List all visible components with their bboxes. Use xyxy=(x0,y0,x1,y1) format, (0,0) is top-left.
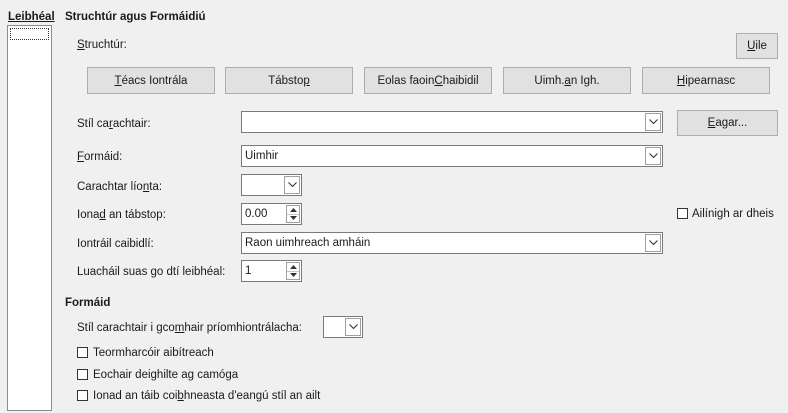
tab-pos-label: Ionad an tábstop: xyxy=(77,209,166,221)
chapter-info-button[interactable]: Eolas faoin Chaibidil xyxy=(364,67,492,94)
all-button[interactable]: Uile xyxy=(736,33,778,59)
chapter-entry-label: Iontráil caibidlí: xyxy=(77,238,154,250)
char-style-label: Stíl carachtair: xyxy=(77,118,151,130)
fill-char-select[interactable] xyxy=(241,174,302,196)
levels-title: Leibhéal xyxy=(8,11,55,23)
main-entry-style-select[interactable] xyxy=(323,316,363,338)
spin-down-icon[interactable] xyxy=(287,214,299,222)
format-value: Uimhir xyxy=(245,150,279,162)
alpha-delimiter-label: Teormharcóir aibítreach xyxy=(93,347,214,359)
fill-char-label: Carachtar líonta: xyxy=(77,181,163,193)
relative-tab-label: Ionad an táib coibhneasta d'eangú stíl a… xyxy=(93,390,321,402)
structure-section-title: Struchtúr agus Formáidiú xyxy=(65,11,206,23)
spin-down-icon[interactable] xyxy=(287,271,299,279)
chevron-down-icon[interactable] xyxy=(645,147,661,165)
tab-stop-button[interactable]: Tábsto p xyxy=(225,67,353,94)
structure-label: Struchtúr: xyxy=(77,39,127,51)
chapter-entry-value: Raon uimhreach amháin xyxy=(245,237,371,249)
comma-separated-checkbox[interactable] xyxy=(77,369,88,380)
format-select[interactable]: Uimhir xyxy=(241,145,663,167)
align-right-checkbox[interactable] xyxy=(677,208,688,219)
chevron-down-icon[interactable] xyxy=(345,318,361,336)
chevron-down-icon[interactable] xyxy=(284,176,300,194)
levels-list[interactable] xyxy=(7,25,52,411)
chapter-entry-select[interactable]: Raon uimhreach amháin xyxy=(241,232,663,254)
eval-level-value: 1 xyxy=(245,265,252,277)
spin-buttons[interactable] xyxy=(286,262,300,280)
spin-buttons[interactable] xyxy=(286,205,300,223)
entry-text-button[interactable]: Téacs Iontrála xyxy=(87,67,215,94)
page-number-button[interactable]: Uimh. an Igh. xyxy=(503,67,631,94)
levels-list-selected-item[interactable] xyxy=(10,28,49,40)
eval-level-spinbox[interactable]: 1 xyxy=(241,260,302,282)
tab-pos-value: 0.00 xyxy=(245,208,268,220)
align-right-label: Ailínigh ar dheis xyxy=(692,208,774,220)
char-style-select[interactable] xyxy=(241,111,663,133)
format-section-title: Formáid xyxy=(65,297,111,309)
tab-pos-spinbox[interactable]: 0.00 xyxy=(241,203,302,225)
comma-separated-label: Eochair deighilte ag camóga xyxy=(93,369,239,381)
edit-button[interactable]: Eagar... xyxy=(677,110,778,136)
main-entry-style-label: Stíl carachtair i gcomhair príomhiontrál… xyxy=(77,322,303,334)
chevron-down-icon[interactable] xyxy=(645,234,661,252)
relative-tab-checkbox[interactable] xyxy=(77,390,88,401)
eval-level-label: Luacháil suas go dtí leibhéal: xyxy=(77,266,226,278)
chevron-down-icon[interactable] xyxy=(645,113,661,131)
format-label: Formáid: xyxy=(77,151,123,163)
alpha-delimiter-checkbox[interactable] xyxy=(77,347,88,358)
hyperlink-button[interactable]: Hipearnasc xyxy=(642,67,770,94)
